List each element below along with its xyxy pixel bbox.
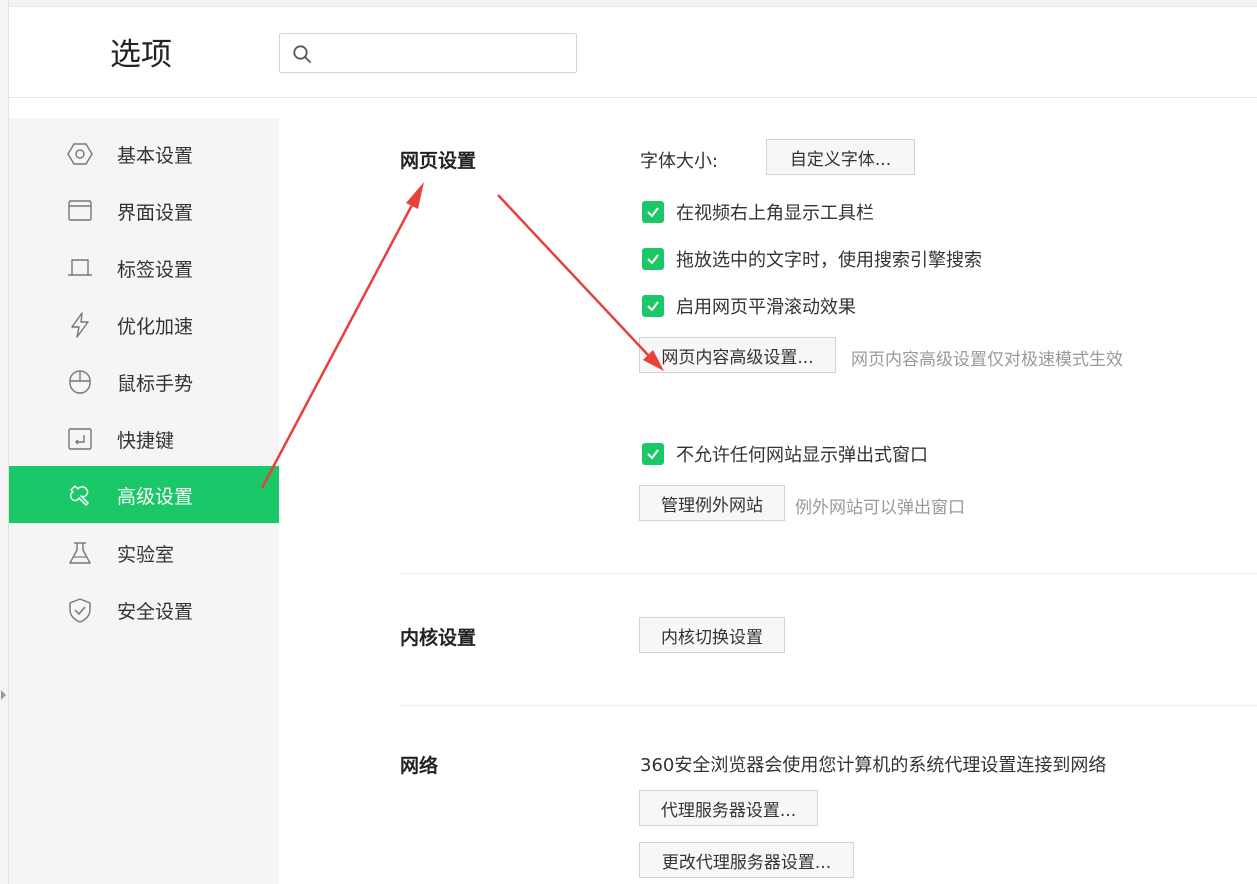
- window-icon: [68, 200, 92, 221]
- section-divider: [400, 573, 1257, 574]
- window-left-edge: [0, 0, 9, 884]
- sidebar-item-advanced[interactable]: 高级设置: [9, 466, 279, 523]
- sidebar-item-interface[interactable]: 界面设置: [9, 182, 279, 239]
- mouse-icon: [69, 370, 91, 394]
- lightning-icon: [71, 312, 89, 338]
- section-title-network: 网络: [400, 755, 439, 777]
- sidebar-item-label: 实验室: [117, 544, 175, 566]
- section-divider: [400, 705, 1257, 706]
- checkbox-label: 在视频右上角显示工具栏: [676, 203, 874, 224]
- smooth-scroll-checkbox[interactable]: 启用网页平滑滚动效果: [642, 294, 856, 318]
- tab-icon: [68, 259, 92, 276]
- flask-icon: [69, 542, 91, 564]
- exceptions-hint: 例外网站可以弹出窗口: [795, 498, 965, 518]
- toolbar-video-checkbox[interactable]: 在视频右上角显示工具栏: [642, 200, 874, 224]
- advanced-content-button[interactable]: 网页内容高级设置...: [639, 337, 836, 373]
- header: 选项: [9, 7, 1257, 98]
- manage-exceptions-button[interactable]: 管理例外网站: [639, 485, 785, 521]
- change-proxy-button[interactable]: 更改代理服务器设置...: [639, 842, 854, 878]
- checkbox-label: 拖放选中的文字时，使用搜索引擎搜索: [676, 250, 982, 271]
- page-title: 选项: [110, 37, 172, 73]
- section-title-kernel: 内核设置: [400, 627, 477, 649]
- section-title-web: 网页设置: [400, 150, 477, 172]
- drag-search-checkbox[interactable]: 拖放选中的文字时，使用搜索引擎搜索: [642, 247, 982, 271]
- annotation-arrow-to-web-title: [260, 182, 424, 489]
- checkbox-checked-icon[interactable]: [642, 248, 664, 270]
- sidebar: 基本设置 界面设置 标签设置 优化加速 鼠标手势 快捷键 高级设置 实验室 安全…: [9, 118, 279, 884]
- search-input[interactable]: [320, 40, 572, 68]
- network-description: 360安全浏览器会使用您计算机的系统代理设置连接到网络: [640, 755, 1107, 776]
- advanced-content-hint: 网页内容高级设置仅对极速模式生效: [851, 350, 1123, 370]
- wrench-icon: [69, 485, 89, 506]
- shield-check-icon: [69, 598, 91, 623]
- sidebar-item-label: 快捷键: [117, 430, 175, 452]
- sidebar-item-label: 标签设置: [117, 259, 194, 281]
- sidebar-item-label: 基本设置: [117, 145, 194, 167]
- sidebar-item-label: 高级设置: [117, 486, 194, 508]
- custom-font-button[interactable]: 自定义字体...: [766, 139, 915, 175]
- checkbox-checked-icon[interactable]: [642, 443, 664, 465]
- kernel-switch-button[interactable]: 内核切换设置: [639, 617, 785, 653]
- sidebar-item-speedup[interactable]: 优化加速: [9, 296, 279, 353]
- collapse-arrow-icon[interactable]: [1, 690, 6, 700]
- search-icon: [293, 45, 311, 63]
- checkbox-checked-icon[interactable]: [642, 295, 664, 317]
- sidebar-item-security[interactable]: 安全设置: [9, 581, 279, 638]
- proxy-settings-button[interactable]: 代理服务器设置...: [639, 790, 818, 826]
- window-top-edge: [0, 0, 1257, 7]
- checkbox-label: 启用网页平滑滚动效果: [676, 297, 856, 318]
- sidebar-item-label: 鼠标手势: [117, 373, 194, 395]
- sidebar-item-mouse[interactable]: 鼠标手势: [9, 353, 279, 410]
- sidebar-item-shortcuts[interactable]: 快捷键: [9, 410, 279, 467]
- keyboard-enter-icon: [68, 428, 92, 450]
- checkbox-label: 不允许任何网站显示弹出式窗口: [676, 445, 928, 466]
- sidebar-item-label: 优化加速: [117, 316, 194, 338]
- sidebar-item-lab[interactable]: 实验室: [9, 524, 279, 581]
- sidebar-item-tabs[interactable]: 标签设置: [9, 239, 279, 296]
- search-box[interactable]: [279, 33, 577, 73]
- sidebar-item-label: 界面设置: [117, 202, 194, 224]
- hexagon-settings-icon: [67, 143, 93, 165]
- font-size-label: 字体大小:: [640, 151, 719, 172]
- block-popups-checkbox[interactable]: 不允许任何网站显示弹出式窗口: [642, 442, 928, 466]
- sidebar-item-basic[interactable]: 基本设置: [9, 125, 279, 182]
- sidebar-item-label: 安全设置: [117, 601, 194, 623]
- checkbox-checked-icon[interactable]: [642, 201, 664, 223]
